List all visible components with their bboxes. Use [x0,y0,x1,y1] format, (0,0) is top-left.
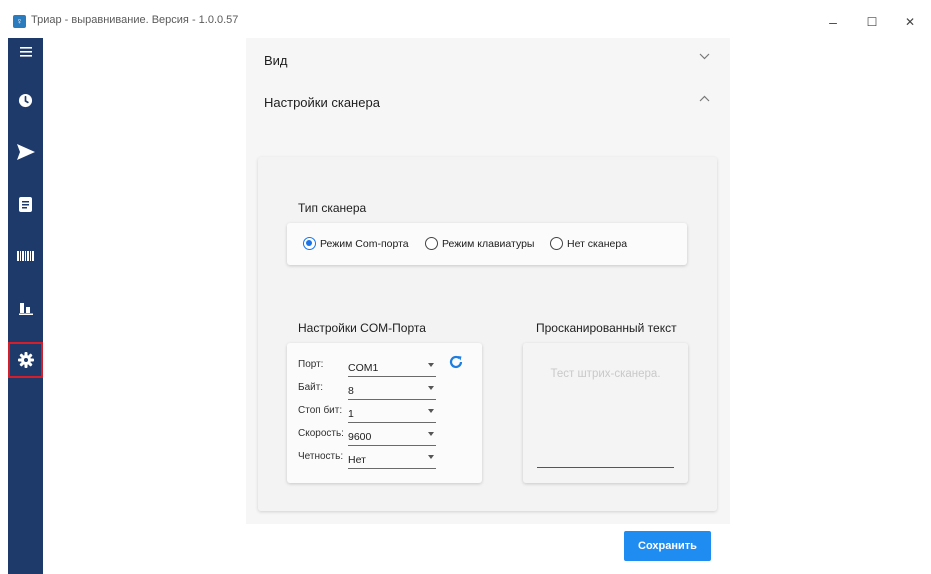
minimize-button[interactable]: – [818,10,848,34]
byte-value: 8 [348,385,354,397]
scanned-text-title: Просканированный текст [536,321,677,335]
speed-value: 9600 [348,431,372,443]
app-window: ♀ Триар - выравнивание. Версия - 1.0.0.5… [0,0,931,574]
radio-dot [550,237,563,250]
stop-bits-label: Стоп бит: [298,405,343,416]
radio-dot-selected [303,237,316,250]
accordion-view-header[interactable]: Вид [246,38,730,82]
speed-select[interactable]: 9600 [348,426,436,446]
save-button[interactable]: Сохранить [624,531,711,561]
parity-label: Четность: [298,451,344,462]
app-logo-icon: ♀ [13,15,26,28]
radio-com-port-label: Режим Com-порта [320,237,409,250]
port-field: Порт: COM1 [298,355,438,377]
barcode-icon [16,251,34,261]
com-settings-title: Настройки COM-Порта [298,321,426,335]
byte-field: Байт: 8 [298,378,438,400]
sidebar [8,38,43,574]
com-settings-card: Порт: COM1 Байт: 8 Стоп бит: 1 Скорость:… [287,343,482,483]
radio-dot [425,237,438,250]
document-icon [19,196,32,212]
port-label: Порт: [298,359,324,370]
caret-down-icon [428,409,434,413]
close-button[interactable]: ✕ [895,10,925,34]
scanned-text-underline [537,467,674,468]
scanned-text-placeholder: Тест штрих-сканера. [550,368,661,380]
port-value: COM1 [348,362,379,374]
speed-label: Скорость: [298,428,344,439]
stop-bits-select[interactable]: 1 [348,403,436,423]
sidebar-item-documents[interactable] [8,186,43,222]
port-select[interactable]: COM1 [348,357,436,377]
chevron-up-icon [699,95,710,102]
bar-chart-icon [18,303,33,315]
caret-down-icon [428,432,434,436]
refresh-icon[interactable] [448,354,464,370]
clock-icon [18,93,33,107]
sidebar-item-settings[interactable] [8,342,43,378]
settings-panel: Вид Настройки сканера Тип сканера Режим … [246,38,730,524]
speed-field: Скорость: 9600 [298,424,438,446]
byte-select[interactable]: 8 [348,380,436,400]
byte-label: Байт: [298,382,324,393]
parity-field: Четность: Нет [298,447,438,469]
sidebar-item-send[interactable] [8,134,43,170]
send-icon [16,144,35,160]
radio-no-scanner-label: Нет сканера [567,237,628,250]
chevron-down-icon [699,53,710,60]
sidebar-item-history[interactable] [8,82,43,118]
caret-down-icon [428,386,434,390]
accordion-view-title: Вид [264,52,288,68]
sidebar-item-barcodes[interactable] [8,238,43,274]
caret-down-icon [428,455,434,459]
caret-down-icon [428,363,434,367]
sidebar-menu-toggle[interactable] [8,38,43,66]
parity-value: Нет [348,454,366,466]
window-title: Триар - выравнивание. Версия - 1.0.0.57 [31,14,239,26]
accordion-scanner-header[interactable]: Настройки сканера [246,80,730,124]
stop-bits-field: Стоп бит: 1 [298,401,438,423]
sidebar-item-reports[interactable] [8,290,43,326]
radio-com-port[interactable]: Режим Com-порта [303,237,409,250]
scanner-type-group: Режим Com-порта Режим клавиатуры Нет ска… [287,223,687,265]
menu-icon [19,47,32,57]
gear-icon [17,352,34,368]
radio-no-scanner[interactable]: Нет сканера [550,237,627,250]
stop-bits-value: 1 [348,408,354,420]
scanned-text-card[interactable]: Тест штрих-сканера. [523,343,688,483]
scanner-type-label: Тип сканера [298,201,367,215]
radio-keyboard[interactable]: Режим клавиатуры [425,237,534,250]
title-bar: ♀ Триар - выравнивание. Версия - 1.0.0.5… [0,0,931,38]
scanner-settings-card: Тип сканера Режим Com-порта Режим клавиа… [258,157,717,511]
radio-keyboard-label: Режим клавиатуры [442,237,535,250]
maximize-button[interactable]: ☐ [857,10,887,34]
accordion-scanner-title: Настройки сканера [264,94,380,110]
parity-select[interactable]: Нет [348,449,436,469]
